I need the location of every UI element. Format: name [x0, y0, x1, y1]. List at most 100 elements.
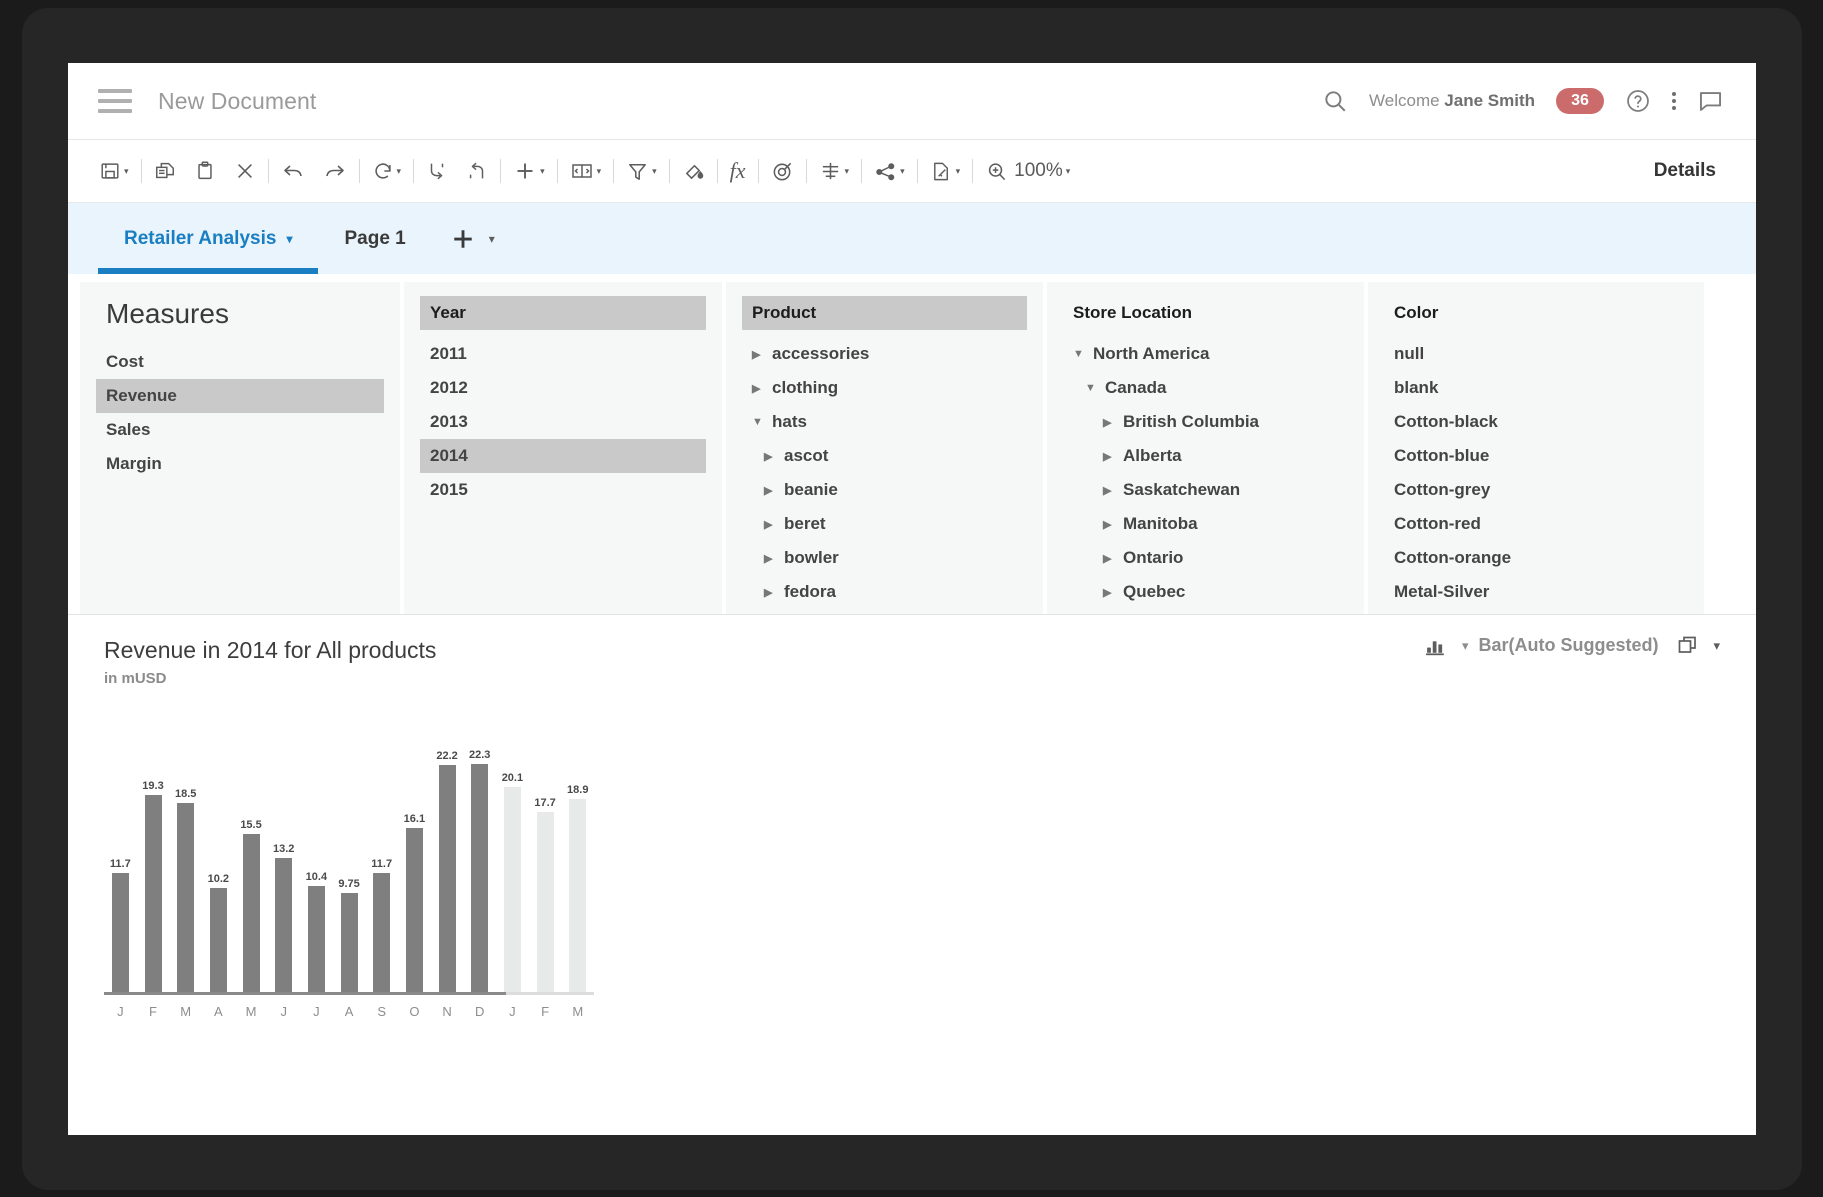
chevron-down-icon[interactable]: ▾	[652, 166, 657, 177]
bar[interactable]	[569, 799, 587, 993]
panel-item-store-location[interactable]: ▶ Manitoba	[1063, 507, 1348, 541]
triangle-right-icon[interactable]: ▶	[752, 382, 763, 395]
panel-item-year[interactable]: 2014	[420, 439, 706, 473]
add-page-button[interactable]: ▾	[432, 224, 511, 254]
panel-item-color[interactable]: Cotton-grey	[1384, 473, 1688, 507]
triangle-down-icon[interactable]: ▼	[1085, 382, 1096, 394]
triangle-right-icon[interactable]: ▶	[1103, 416, 1114, 429]
bar[interactable]	[438, 765, 456, 993]
triangle-right-icon[interactable]: ▶	[1103, 484, 1114, 497]
panel-item-year[interactable]: 2013	[420, 405, 706, 439]
panel-item-year[interactable]: 2011	[420, 337, 706, 371]
hamburger-icon[interactable]	[98, 89, 132, 113]
paste-button[interactable]	[185, 151, 225, 191]
drill-down-button[interactable]	[417, 151, 457, 191]
panel-item-product[interactable]: ▶ fedora	[742, 575, 1027, 609]
panel-item-product[interactable]: ▶ accessories	[742, 337, 1027, 371]
bar-slot[interactable]: 11.7	[104, 725, 137, 993]
bar[interactable]	[340, 893, 358, 993]
bar[interactable]	[373, 873, 391, 993]
notification-badge[interactable]: 36	[1556, 88, 1604, 114]
triangle-right-icon[interactable]: ▶	[1103, 586, 1114, 599]
panel-item-store-location[interactable]: ▶ British Columbia	[1063, 405, 1348, 439]
help-circle-icon[interactable]	[1625, 88, 1651, 114]
bar[interactable]	[405, 827, 423, 993]
panel-item-color[interactable]: Cotton-blue	[1384, 439, 1688, 473]
chevron-down-icon[interactable]: ▾	[397, 166, 402, 177]
panel-item-store-location[interactable]: ▼ Canada	[1063, 371, 1348, 405]
panel-item-measures[interactable]: Revenue	[96, 379, 384, 413]
highlight-button[interactable]	[673, 151, 714, 191]
export-button[interactable]: ▾	[921, 151, 970, 191]
panel-item-color[interactable]: null	[1384, 337, 1688, 371]
triangle-right-icon[interactable]: ▶	[764, 484, 775, 497]
refresh-button[interactable]: ▾	[363, 151, 411, 191]
chevron-down-icon[interactable]: ▾	[540, 166, 545, 177]
tab-retailer-analysis[interactable]: Retailer Analysis ▾	[98, 203, 319, 274]
sort-button[interactable]: ▾	[810, 151, 859, 191]
bar-slot[interactable]: 10.4	[300, 725, 333, 993]
save-button[interactable]: ▾	[90, 151, 138, 191]
delete-button[interactable]	[225, 151, 265, 191]
details-button[interactable]: Details	[1654, 160, 1716, 182]
bar-slot[interactable]: 15.5	[235, 725, 268, 993]
bar[interactable]	[209, 888, 227, 993]
panel-item-color[interactable]: Metal-Silver	[1384, 575, 1688, 609]
kebab-menu-icon[interactable]	[1672, 92, 1676, 110]
insert-button[interactable]: ▾	[504, 151, 554, 191]
bar[interactable]	[471, 764, 489, 993]
bar[interactable]	[111, 873, 129, 993]
chevron-down-icon[interactable]: ▾	[489, 232, 495, 246]
bar-slot[interactable]: 22.3	[463, 725, 496, 993]
panel-item-product[interactable]: ▶ beret	[742, 507, 1027, 541]
bar[interactable]	[275, 857, 293, 993]
zoom-control[interactable]: 100% ▾	[976, 151, 1079, 191]
tab-page-1[interactable]: Page 1	[318, 203, 431, 274]
formula-button[interactable]: fx	[721, 151, 755, 191]
bar-slot[interactable]: 9.75	[333, 725, 366, 993]
bar-slot[interactable]: 18.9	[561, 725, 594, 993]
bar[interactable]	[144, 795, 162, 993]
chevron-down-icon[interactable]: ▾	[597, 166, 602, 177]
triangle-right-icon[interactable]: ▶	[1103, 552, 1114, 565]
bar[interactable]	[242, 834, 260, 993]
target-button[interactable]	[762, 151, 803, 191]
bar-slot[interactable]: 19.3	[137, 725, 170, 993]
share-button[interactable]: ▾	[865, 151, 914, 191]
panel-item-year[interactable]: 2012	[420, 371, 706, 405]
chevron-down-icon[interactable]: ▾	[956, 166, 961, 177]
drill-up-button[interactable]	[457, 151, 497, 191]
panel-item-store-location[interactable]: ▶ Saskatchewan	[1063, 473, 1348, 507]
redo-button[interactable]	[314, 151, 356, 191]
bar-slot[interactable]: 10.2	[202, 725, 235, 993]
triangle-right-icon[interactable]: ▶	[1103, 450, 1114, 463]
panel-item-measures[interactable]: Margin	[96, 447, 384, 481]
bar[interactable]	[503, 786, 521, 993]
triangle-right-icon[interactable]: ▶	[1103, 518, 1114, 531]
chevron-down-icon[interactable]: ▾	[845, 166, 850, 177]
panel-item-store-location[interactable]: ▶ Quebec	[1063, 575, 1348, 609]
chevron-down-icon[interactable]: ▾	[1462, 638, 1469, 654]
copy-button[interactable]	[145, 151, 185, 191]
panel-item-measures[interactable]: Cost	[96, 345, 384, 379]
chevron-down-icon[interactable]: ▾	[1066, 166, 1071, 177]
panel-item-color[interactable]: Cotton-red	[1384, 507, 1688, 541]
panel-item-color[interactable]: blank	[1384, 371, 1688, 405]
panel-item-store-location[interactable]: ▶ Ontario	[1063, 541, 1348, 575]
triangle-right-icon[interactable]: ▶	[764, 450, 775, 463]
bar[interactable]	[307, 886, 325, 993]
panel-item-product[interactable]: ▶ clothing	[742, 371, 1027, 405]
panel-item-measures[interactable]: Sales	[96, 413, 384, 447]
undo-button[interactable]	[272, 151, 314, 191]
bar-slot[interactable]: 13.2	[267, 725, 300, 993]
triangle-right-icon[interactable]: ▶	[764, 518, 775, 531]
bar-chart-icon[interactable]	[1424, 633, 1449, 658]
panel-item-color[interactable]: Cotton-orange	[1384, 541, 1688, 575]
bar-slot[interactable]: 16.1	[398, 725, 431, 993]
bar-slot[interactable]: 17.7	[529, 725, 562, 993]
filter-button[interactable]: ▾	[617, 151, 666, 191]
bar-slot[interactable]: 11.7	[365, 725, 398, 993]
chevron-down-icon[interactable]: ▾	[1713, 638, 1720, 654]
search-icon[interactable]	[1322, 88, 1348, 114]
panel-item-store-location[interactable]: ▶ Alberta	[1063, 439, 1348, 473]
